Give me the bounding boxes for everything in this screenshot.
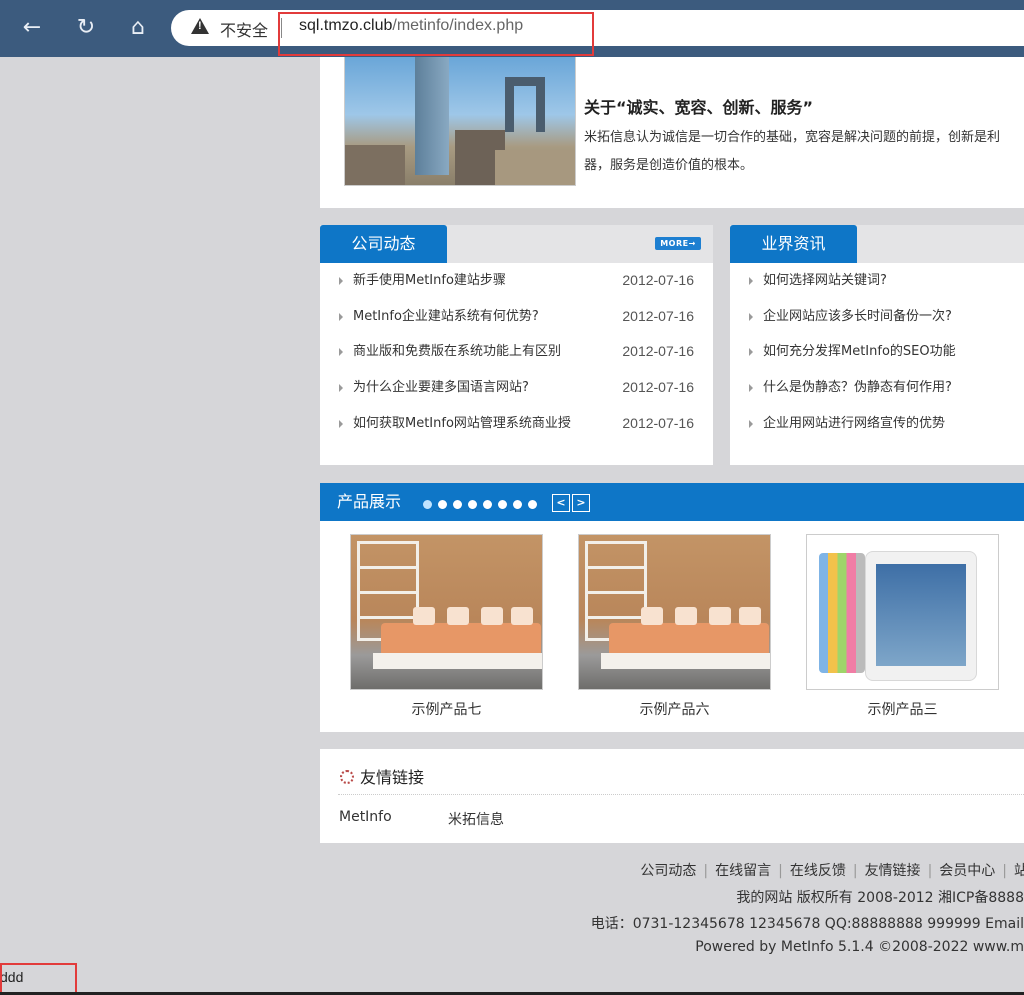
products-title[interactable]: 产品展示: [337, 483, 401, 521]
status-highlight-box: [0, 963, 77, 994]
friend-links-title: 友情链接: [360, 768, 425, 787]
news-date: 2012-07-16: [622, 379, 694, 396]
footer-contact: 电话：0731-12345678 12345678 QQ:88888888 99…: [590, 916, 1024, 932]
list-item[interactable]: 如何充分发挥MetInfo的SEO功能: [730, 334, 1024, 370]
list-item[interactable]: 什么是伪静态？伪静态有何作用?: [730, 370, 1024, 406]
footer-link[interactable]: 公司动态: [640, 863, 696, 879]
footer-link[interactable]: 友情链接: [865, 863, 921, 879]
carousel-dot[interactable]: [438, 500, 447, 509]
list-item[interactable]: 商业版和免费版在系统功能上有区别 2012-07-16: [320, 334, 713, 370]
url-highlight-box: [278, 12, 594, 56]
about-section: 关于“诚实、宽容、创新、服务” 米拓信息认为诚信是一切合作的基础，宽容是解决问题…: [320, 57, 1024, 208]
list-item[interactable]: 如何选择网站关键词?: [730, 263, 1024, 299]
list-item[interactable]: 新手使用MetInfo建站步骤 2012-07-16: [320, 263, 713, 299]
about-text: 米拓信息认为诚信是一切合作的基础，宽容是解决问题的前提，创新是利器，服务是创造价…: [584, 130, 1001, 173]
bullet-icon: [339, 277, 343, 285]
news-date: 2012-07-16: [622, 343, 694, 360]
footer-copyright: 我的网站 版权所有 2008-2012 湘ICP备8888: [736, 890, 1024, 906]
product-label[interactable]: 示例产品六: [578, 699, 771, 719]
carousel-dot[interactable]: [528, 500, 537, 509]
prev-arrow-icon[interactable]: <: [552, 494, 570, 512]
carousel-arrows: < >: [552, 494, 592, 512]
next-arrow-icon[interactable]: >: [572, 494, 590, 512]
carousel-dot[interactable]: [423, 500, 432, 509]
carousel-dot[interactable]: [453, 500, 462, 509]
footer-link[interactable]: 在线反馈: [790, 863, 846, 879]
news-title[interactable]: 企业网站应该多长时间备份一次?: [763, 299, 952, 335]
footer-link[interactable]: 在线留言: [715, 863, 771, 879]
industry-news-list: 如何选择网站关键词? 企业网站应该多长时间备份一次? 如何充分发挥MetInfo…: [730, 263, 1024, 441]
industry-news-panel: 业界资讯 如何选择网站关键词? 企业网站应该多长时间备份一次? 如何充分发挥Me…: [730, 225, 1024, 465]
list-item[interactable]: 为什么企业要建多国语言网站? 2012-07-16: [320, 370, 713, 406]
footer-link[interactable]: 站内搜索: [1014, 863, 1024, 879]
products-header: 产品展示 < >: [320, 483, 1024, 521]
back-icon[interactable]: ←: [18, 14, 46, 42]
tab-industry-news[interactable]: 业界资讯: [730, 225, 857, 263]
news-title[interactable]: 如何选择网站关键词?: [763, 263, 887, 299]
friend-links-heading: 友情链接: [340, 764, 424, 788]
about-title[interactable]: 关于“诚实、宽容、创新、服务”: [584, 94, 813, 118]
carousel-dots: [423, 498, 543, 513]
footer-link[interactable]: 会员中心: [939, 863, 995, 879]
news-title[interactable]: 为什么企业要建多国语言网站?: [353, 370, 529, 406]
sofa-image[interactable]: [578, 534, 771, 690]
industry-news-tabbar: 业界资讯: [730, 225, 1024, 263]
news-title[interactable]: 商业版和免费版在系统功能上有区别: [353, 334, 561, 370]
footer-powered: Powered by MetInfo 5.1.4 ©2008-2022 www.…: [695, 939, 1024, 955]
news-date: 2012-07-16: [622, 272, 694, 288]
company-news-tabbar: 公司动态 MORE→: [320, 225, 713, 263]
list-item[interactable]: MetInfo企业建站系统有何优势? 2012-07-16: [320, 299, 713, 335]
news-title[interactable]: MetInfo企业建站系统有何优势?: [353, 299, 539, 335]
news-title[interactable]: 如何获取MetInfo网站管理系统商业授: [353, 406, 571, 442]
tablet-image[interactable]: [806, 534, 999, 690]
news-title[interactable]: 新手使用MetInfo建站步骤: [353, 263, 506, 299]
city-skyline-image[interactable]: [344, 57, 576, 186]
product-label[interactable]: 示例产品三: [806, 699, 999, 719]
bullet-icon: [339, 348, 343, 357]
tab-company-news[interactable]: 公司动态: [320, 225, 447, 263]
warning-icon[interactable]: [191, 18, 209, 34]
company-news-list: 新手使用MetInfo建站步骤 2012-07-16 MetInfo企业建站系统有…: [320, 263, 713, 441]
bullet-icon: [339, 312, 343, 321]
bullet-icon: [749, 348, 753, 357]
company-news-panel: 公司动态 MORE→ 新手使用MetInfo建站步骤 2012-07-16 Met…: [320, 225, 713, 465]
carousel-dot[interactable]: [483, 500, 492, 509]
product-label[interactable]: 示例产品七: [350, 699, 543, 719]
news-date: 2012-07-16: [622, 307, 694, 324]
list-item[interactable]: 企业网站应该多长时间备份一次?: [730, 299, 1024, 335]
news-date: 2012-07-16: [622, 414, 694, 431]
news-title[interactable]: 什么是伪静态？伪静态有何作用?: [763, 370, 952, 406]
product-card[interactable]: 示例产品三: [806, 534, 999, 719]
friend-link-mituo[interactable]: 米拓信息: [448, 809, 504, 829]
bullet-icon: [749, 419, 753, 428]
carousel-dot[interactable]: [498, 500, 507, 509]
home-icon[interactable]: ⌂: [124, 14, 152, 42]
list-item[interactable]: 企业用网站进行网络宣传的优势: [730, 406, 1024, 442]
bullet-icon: [749, 312, 753, 321]
flower-icon: [340, 770, 354, 784]
bullet-icon: [749, 277, 753, 285]
bullet-icon: [749, 384, 753, 393]
list-item[interactable]: 如何获取MetInfo网站管理系统商业授 2012-07-16: [320, 406, 713, 442]
reload-icon[interactable]: ↻: [72, 14, 100, 42]
friend-links-panel: 友情链接 MetInfo 米拓信息: [320, 749, 1024, 843]
bullet-icon: [339, 384, 343, 393]
friend-link-metinfo[interactable]: MetInfo: [339, 809, 392, 825]
carousel-dot[interactable]: [513, 500, 522, 509]
bullet-icon: [339, 419, 343, 428]
news-title[interactable]: 企业用网站进行网络宣传的优势: [763, 406, 945, 442]
security-label[interactable]: 不安全: [220, 17, 268, 41]
product-card[interactable]: 示例产品六: [578, 534, 771, 719]
product-card[interactable]: 示例产品七: [350, 534, 543, 719]
products-panel: 产品展示 < > 示例产品七 示例产品六 示例产品三: [320, 483, 1024, 732]
news-title[interactable]: 如何充分发挥MetInfo的SEO功能: [763, 334, 956, 370]
more-button[interactable]: MORE→: [655, 237, 701, 250]
divider: [338, 794, 1024, 795]
carousel-dot[interactable]: [468, 500, 477, 509]
sofa-image[interactable]: [350, 534, 543, 690]
footer-nav: 公司动态|在线留言|在线反馈|友情链接|会员中心|站内搜索: [640, 860, 1024, 880]
